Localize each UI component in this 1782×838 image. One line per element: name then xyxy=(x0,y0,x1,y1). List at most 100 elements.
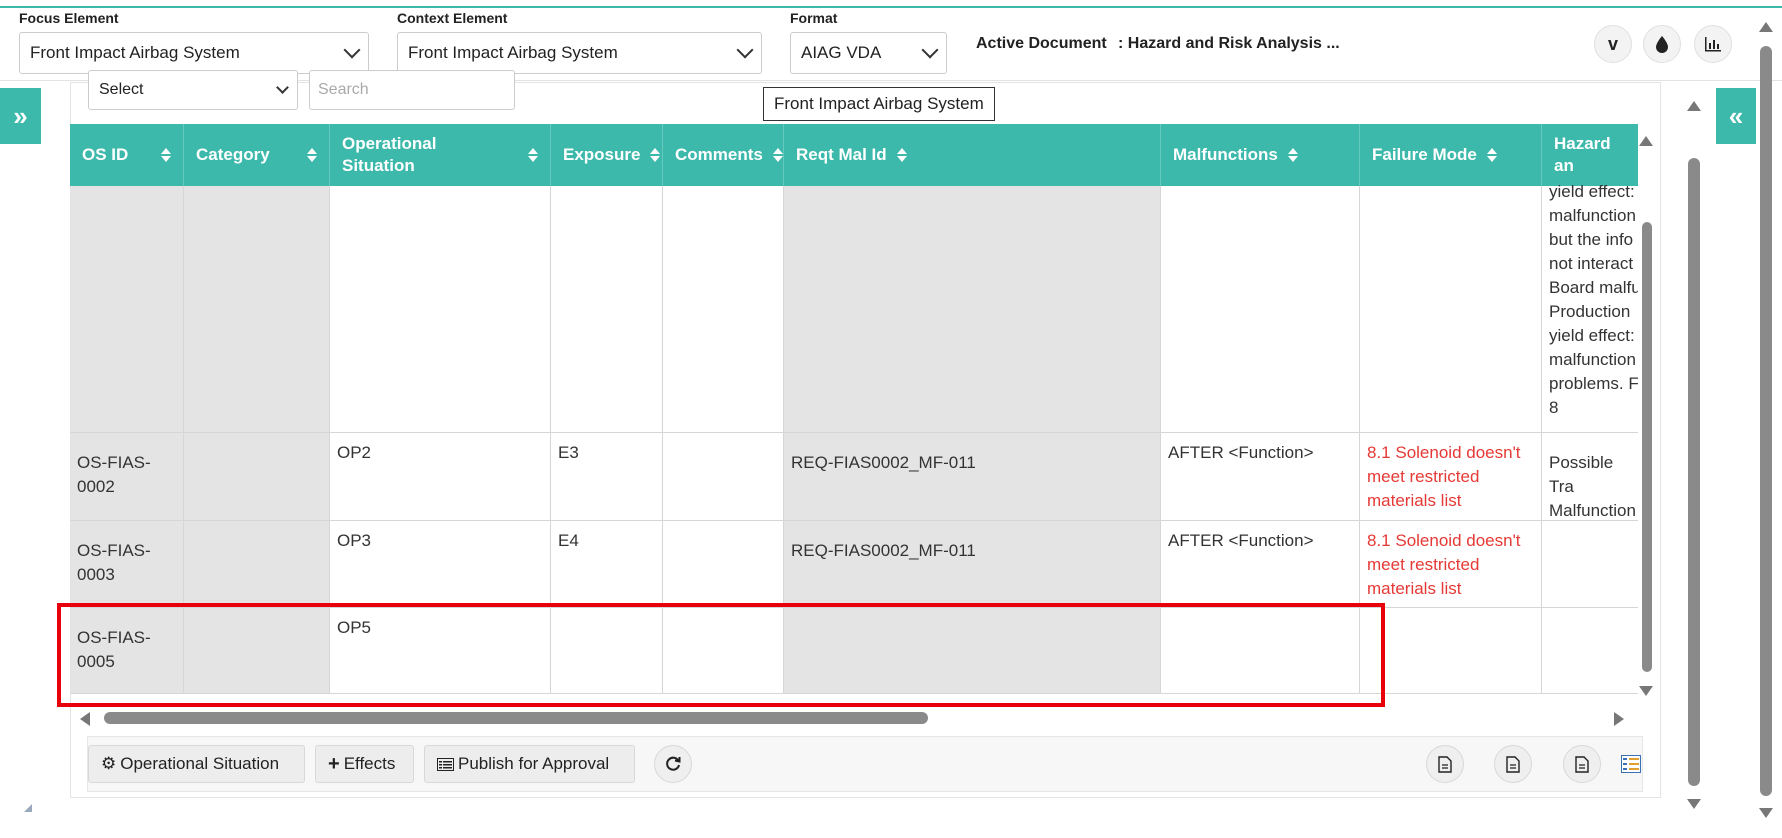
table-cell-os-id[interactable]: OS-FIAS-0002 xyxy=(70,433,184,521)
effects-button[interactable]: + Effects xyxy=(315,745,414,783)
table-cell-op-situation[interactable]: OP3 xyxy=(330,521,551,608)
column-header-reqt-mal-id[interactable]: Reqt Mal Id xyxy=(784,124,1161,186)
column-header-os-id[interactable]: OS ID xyxy=(70,124,184,186)
tooltip: Front Impact Airbag System xyxy=(763,87,995,121)
expand-left-panel-button[interactable]: » xyxy=(0,88,41,144)
active-document-label: Active Document xyxy=(976,35,1107,52)
table-scroll-down-icon[interactable] xyxy=(1639,686,1653,696)
window-scroll-up-icon[interactable] xyxy=(1759,22,1773,32)
expand-right-panel-button[interactable]: « xyxy=(1716,88,1756,144)
hazard-text-line: not interact xyxy=(1549,254,1634,273)
focus-element-label: Focus Element xyxy=(19,10,119,26)
table-cell-op-situation[interactable]: OP2 xyxy=(330,433,551,521)
hazard-text-line: 8 xyxy=(1549,398,1559,417)
refresh-button[interactable] xyxy=(654,745,692,783)
column-header-category[interactable]: Category xyxy=(184,124,330,186)
hazard-text-line: Production xyxy=(1549,302,1631,321)
table-cell-hazard[interactable]: Possible Tra Malfunction xyxy=(1542,433,1638,521)
bar-chart-icon-button[interactable] xyxy=(1694,25,1732,63)
table-scroll-right-icon[interactable] xyxy=(1614,712,1624,726)
column-header-operational-situation[interactable]: Operational Situation xyxy=(330,124,551,186)
vine-icon: v xyxy=(1607,33,1618,54)
table-cell-malfunctions[interactable]: AFTER <Function> xyxy=(1161,433,1360,521)
table-cell-category[interactable] xyxy=(184,433,330,521)
column-header-exposure[interactable]: Exposure xyxy=(551,124,663,186)
focus-element-select[interactable]: Front Impact Airbag System xyxy=(19,32,369,74)
table-cell xyxy=(551,186,663,433)
table-view-button[interactable] xyxy=(1621,755,1641,778)
panel-scroll-down-icon[interactable] xyxy=(1687,799,1701,809)
format-value: AIAG VDA xyxy=(801,43,882,62)
table-cell-hazard[interactable] xyxy=(1542,608,1638,694)
table-cell-os-id[interactable]: OS-FIAS-0003 xyxy=(70,521,184,608)
context-element-select[interactable]: Front Impact Airbag System xyxy=(397,32,762,74)
gear-icon: ⚙ xyxy=(101,754,117,773)
format-label: Format xyxy=(790,10,838,26)
document-icon xyxy=(1575,755,1589,773)
panel-vertical-scroll-thumb[interactable] xyxy=(1688,158,1700,786)
column-header-comments[interactable]: Comments xyxy=(663,124,784,186)
table-cell-failure-mode[interactable] xyxy=(1360,608,1542,694)
column-header-failure-mode[interactable]: Failure Mode xyxy=(1360,124,1542,186)
drop-icon-button[interactable] xyxy=(1643,25,1681,63)
panel-scroll-up-icon[interactable] xyxy=(1687,101,1701,111)
table-cell xyxy=(1161,186,1360,433)
table-cell xyxy=(784,186,1161,433)
export-doc-button-3[interactable] xyxy=(1563,745,1601,783)
search-input[interactable]: Search xyxy=(309,70,515,110)
column-label: Operational Situation xyxy=(342,134,437,175)
search-placeholder: Search xyxy=(318,81,369,98)
table-cell-category[interactable] xyxy=(184,521,330,608)
sort-icon xyxy=(650,147,661,163)
table-cell-exposure[interactable]: E4 xyxy=(551,521,663,608)
table-cell-exposure[interactable]: E3 xyxy=(551,433,663,521)
table-cell-comments[interactable] xyxy=(663,521,784,608)
export-doc-button-2[interactable] xyxy=(1494,745,1532,783)
double-chevron-left-icon: « xyxy=(1728,100,1744,131)
document-icon xyxy=(1506,755,1520,773)
vine-icon-button[interactable]: v xyxy=(1594,25,1632,63)
column-label: Malfunctions xyxy=(1173,145,1278,164)
plus-icon: + xyxy=(328,752,340,775)
publish-label: Publish for Approval xyxy=(458,754,610,773)
chevron-down-icon xyxy=(276,80,289,94)
table-cell-malfunctions[interactable]: AFTER <Function> xyxy=(1161,521,1360,608)
list-icon xyxy=(437,757,454,771)
table-cell-hazard[interactable] xyxy=(1542,521,1638,608)
table-cell-comments[interactable] xyxy=(663,433,784,521)
table-list-icon xyxy=(1621,755,1641,773)
sort-icon xyxy=(1486,147,1497,163)
format-select[interactable]: AIAG VDA xyxy=(790,32,947,74)
chevron-down-icon xyxy=(736,41,754,59)
window-vertical-scroll-thumb[interactable] xyxy=(1760,46,1772,796)
table-cell-reqt-mal-id[interactable]: REQ-FIAS0002_MF-011 xyxy=(784,433,1161,521)
operational-situation-button[interactable]: ⚙ Operational Situation xyxy=(88,745,305,783)
highlight-box xyxy=(57,603,1385,707)
table-cell-failure-mode[interactable]: 8.1 Solenoid doesn't meet restricted mat… xyxy=(1360,521,1542,608)
table-cell-reqt-mal-id[interactable]: REQ-FIAS0002_MF-011 xyxy=(784,521,1161,608)
table-cell xyxy=(70,186,184,433)
resize-grip-icon[interactable] xyxy=(24,804,32,812)
table-scroll-up-icon[interactable] xyxy=(1639,136,1653,146)
export-doc-button-1[interactable] xyxy=(1426,745,1464,783)
table-cell xyxy=(184,186,330,433)
drop-icon xyxy=(1656,36,1668,53)
table-scroll-left-icon[interactable] xyxy=(80,712,90,726)
table-cell xyxy=(330,186,551,433)
table-cell xyxy=(1360,186,1542,433)
table-horizontal-scroll-thumb[interactable] xyxy=(104,712,928,724)
table-vertical-scroll-thumb[interactable] xyxy=(1642,222,1652,672)
refresh-icon xyxy=(666,756,681,771)
hazard-text-line: malfunction xyxy=(1549,350,1636,369)
context-element-label: Context Element xyxy=(397,10,508,26)
hazard-text-line: but the info xyxy=(1549,230,1634,249)
filter-select[interactable]: Select xyxy=(88,70,298,110)
sort-icon xyxy=(528,147,538,163)
column-header-malfunctions[interactable]: Malfunctions xyxy=(1161,124,1360,186)
window-scroll-down-icon[interactable] xyxy=(1759,808,1773,818)
column-label: Hazard an xyxy=(1554,134,1611,175)
table-cell-failure-mode[interactable]: 8.1 Solenoid doesn't meet restricted mat… xyxy=(1360,433,1542,521)
publish-for-approval-button[interactable]: Publish for Approval xyxy=(424,745,635,783)
hazard-text-line: yield effect: xyxy=(1549,326,1635,345)
column-label: Category xyxy=(196,145,270,164)
